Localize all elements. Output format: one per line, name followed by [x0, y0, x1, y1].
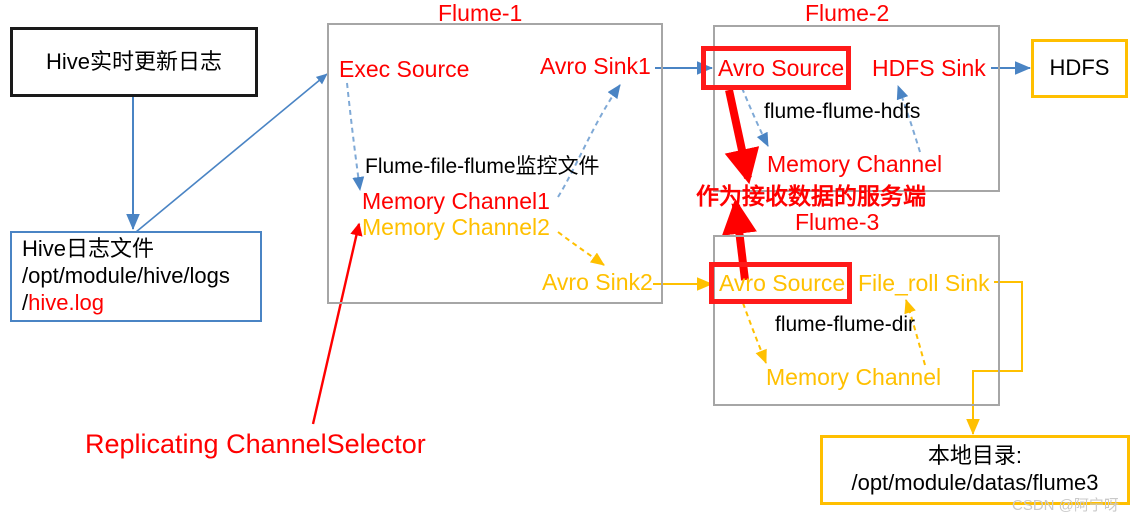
flume3-config-name: flume-flume-dir — [775, 313, 916, 336]
hive-realtime-log-label: Hive实时更新日志 — [45, 48, 222, 74]
hdfs-label: HDFS — [1049, 55, 1110, 81]
hive-logfile-line3: /hive.log — [22, 290, 230, 317]
local-directory-line1: 本地目录: — [927, 443, 1023, 469]
flume3-avro-source-label[interactable]: Avro Source — [719, 270, 845, 296]
flume2-hdfs-sink-label[interactable]: HDFS Sink — [872, 55, 986, 81]
flume2-memory-channel-label[interactable]: Memory Channel — [767, 151, 942, 177]
flume1-avro-sink1-label[interactable]: Avro Sink1 — [540, 53, 651, 79]
hive-logfile-filename: hive.log — [28, 289, 104, 315]
hive-logfile-line1: Hive日志文件 — [22, 236, 155, 262]
hdfs-box[interactable]: HDFS — [1031, 39, 1128, 98]
flume3-fileroll-sink-label[interactable]: File_roll Sink — [858, 270, 990, 296]
hive-logfile-line2: /opt/module/hive/logs — [22, 263, 230, 289]
flume1-exec-source-label[interactable]: Exec Source — [339, 56, 469, 82]
flume1-config-name: Flume-file-flume监控文件 — [365, 155, 600, 178]
flume1-avro-sink2-label[interactable]: Avro Sink2 — [542, 269, 653, 295]
diagram-canvas: Hive实时更新日志 Hive日志文件 /opt/module/hive/log… — [0, 0, 1138, 517]
csdn-watermark: CSDN @阿宁呀 — [1012, 497, 1119, 514]
server-side-note: 作为接收数据的服务端 — [696, 183, 926, 209]
hive-realtime-log-box[interactable]: Hive实时更新日志 — [10, 27, 258, 97]
flume3-title: Flume-3 — [795, 209, 880, 235]
flume2-title: Flume-2 — [805, 0, 890, 26]
replicating-channel-selector-note: Replicating ChannelSelector — [85, 429, 426, 459]
flume1-memory-channel1-label[interactable]: Memory Channel1 — [362, 188, 550, 214]
flume1-memory-channel2-label[interactable]: Memory Channel2 — [362, 214, 550, 240]
arrow-logfile-to-exec-source — [135, 73, 328, 233]
local-directory-line2: /opt/module/datas/flume3 — [851, 470, 1099, 495]
flume2-avro-source-label[interactable]: Avro Source — [718, 55, 844, 81]
hive-logfile-box[interactable]: Hive日志文件 /opt/module/hive/logs /hive.log — [10, 231, 262, 322]
flume2-config-name: flume-flume-hdfs — [764, 100, 921, 123]
flume3-memory-channel-label[interactable]: Memory Channel — [766, 364, 941, 390]
